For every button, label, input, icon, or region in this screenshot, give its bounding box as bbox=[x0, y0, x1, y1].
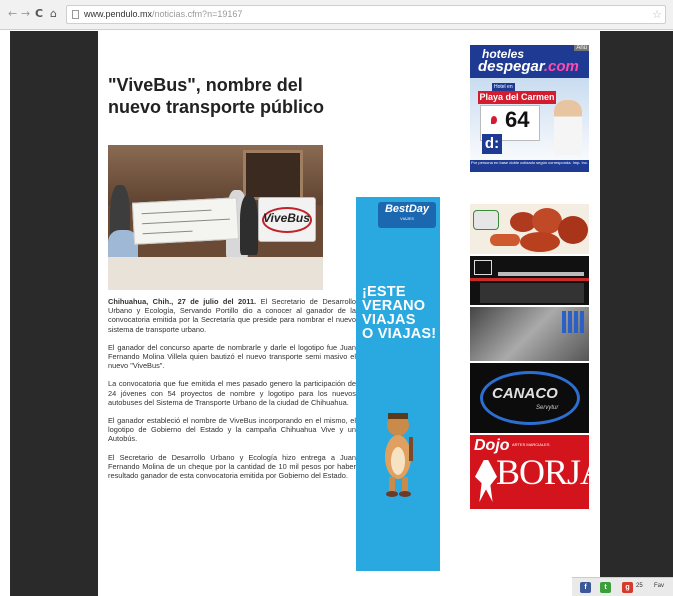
twitter-icon[interactable]: t bbox=[600, 582, 611, 593]
bestday-logo: BestDay VIAJES bbox=[378, 202, 436, 228]
browser-toolbar: ← → C ⌂ www.pendulo.mx/noticias.cfm?n=19… bbox=[0, 0, 673, 30]
share-bar: f t g 25 Fav bbox=[572, 577, 673, 596]
bestday-slogan: ¡ESTE VERANO VIAJAS O VIAJAS! bbox=[362, 284, 437, 342]
food-brand-logo bbox=[473, 210, 499, 230]
address-bar[interactable]: www.pendulo.mx/noticias.cfm?n=19167 ☆ bbox=[66, 5, 666, 24]
article-paragraph: La convocatoria que fue emitida el mes p… bbox=[108, 379, 356, 407]
reload-icon[interactable]: C bbox=[35, 8, 43, 20]
despegar-hotel-ad[interactable]: hoteles despegar.com Anú Hotel en Playa … bbox=[470, 45, 589, 172]
arrow-left-icon[interactable]: ← bbox=[8, 8, 17, 20]
model-photo bbox=[554, 100, 582, 155]
vivebus-sign: ViveBus bbox=[258, 197, 316, 242]
ce-institute-ad[interactable] bbox=[470, 256, 589, 305]
left-dark-margin bbox=[10, 31, 98, 596]
facebook-icon[interactable]: f bbox=[580, 582, 591, 593]
share-count: 25 bbox=[636, 583, 643, 589]
arrow-right-icon[interactable]: → bbox=[21, 8, 30, 20]
destination-label: Playa del Carmen bbox=[478, 91, 556, 104]
bestday-banner-ad[interactable]: BestDay VIAJES ¡ESTE VERANO VIAJAS O VIA… bbox=[356, 197, 440, 571]
article-paragraph: El ganador del concurso aparte de nombra… bbox=[108, 342, 356, 371]
article-body: Chihuahua, Chih., 27 de julio del 2011. … bbox=[108, 297, 356, 489]
page-icon bbox=[72, 10, 79, 19]
gray-banner-ad[interactable] bbox=[470, 307, 589, 361]
article-paragraph: Chihuahua, Chih., 27 de julio del 2011. … bbox=[108, 297, 356, 334]
martial-artist-icon bbox=[475, 460, 497, 502]
ad-choices-tag[interactable]: Anú bbox=[574, 45, 589, 51]
article-headline: "ViveBus", nombre del nuevo transporte p… bbox=[108, 75, 325, 117]
sausage-ad[interactable] bbox=[470, 204, 589, 254]
star-icon[interactable]: ☆ bbox=[652, 8, 662, 21]
canaco-ad[interactable]: CANACO Servytur bbox=[470, 363, 589, 433]
despegar-d-logo: d: bbox=[482, 134, 502, 154]
article-paragraph: El ganador estableció el nombre de ViveB… bbox=[108, 416, 356, 444]
url-text[interactable]: www.pendulo.mx/noticias.cfm?n=19167 bbox=[84, 9, 242, 19]
check-prop bbox=[131, 197, 240, 245]
favorite-link[interactable]: Fav bbox=[654, 583, 664, 589]
article-photo: ViveBus bbox=[108, 145, 323, 290]
google-plus-icon[interactable]: g bbox=[622, 582, 633, 593]
home-icon[interactable]: ⌂ bbox=[50, 8, 57, 20]
ce-logo bbox=[474, 260, 492, 275]
location-pin-icon bbox=[491, 116, 497, 124]
cartoon-dog-illustration bbox=[385, 413, 413, 497]
article-paragraph: El Secretario de Desarrollo Urbano y Eco… bbox=[108, 452, 356, 481]
grid-logo-icon bbox=[562, 311, 584, 333]
article-dateline: Chihuahua, Chih., 27 de julio del 2011. bbox=[108, 297, 257, 306]
right-dark-margin bbox=[600, 31, 673, 596]
dojo-borjas-ad[interactable]: Dojo ARTES MARCIALES BORJAS bbox=[470, 435, 589, 509]
